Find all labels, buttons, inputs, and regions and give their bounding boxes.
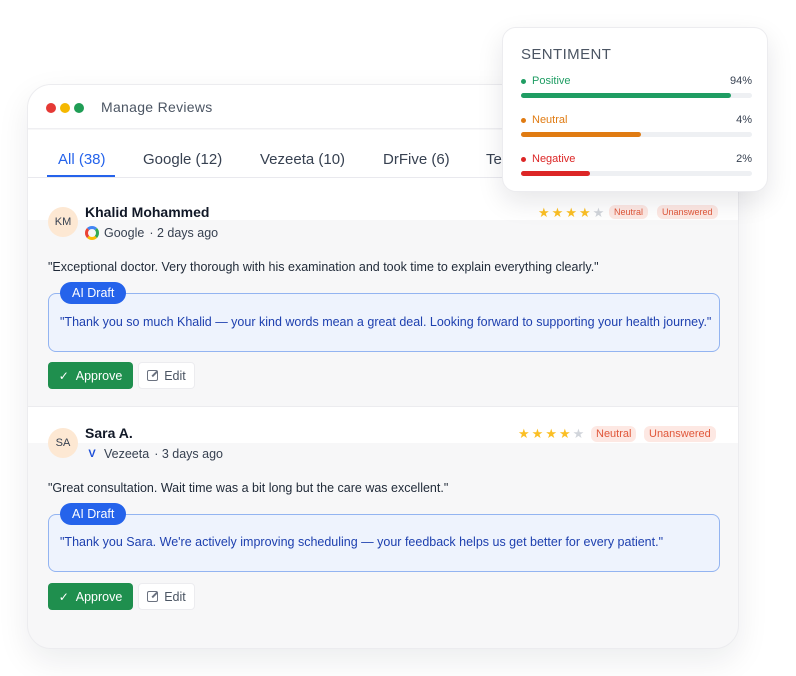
negative-label: Negative xyxy=(532,153,576,165)
positive-dot-icon xyxy=(521,78,526,84)
tab-drfive[interactable]: DrFive (6) xyxy=(383,151,450,168)
edit-icon xyxy=(147,591,159,602)
ai-draft-label: AI Draft xyxy=(60,503,127,525)
positive-bar-fill xyxy=(521,93,732,98)
approve-button[interactable]: ✓ Approve xyxy=(48,583,133,610)
window-title: Manage Reviews xyxy=(101,99,213,115)
star-icon: ★ xyxy=(578,205,591,220)
sentiment-bar-track xyxy=(521,171,752,176)
ai-draft-box[interactable]: "Thank you Sara. We're actively improvin… xyxy=(48,514,720,572)
star-rating: ★ ★ ★ ★ ★ xyxy=(518,427,584,440)
stage: Manage Reviews All (38) Google (12) Veze… xyxy=(0,0,796,676)
review-text: "Exceptional doctor. Very thorough with … xyxy=(48,260,599,274)
negative-dot-icon xyxy=(521,156,526,162)
edit-label: Edit xyxy=(164,589,186,604)
neutral-label: Neutral xyxy=(532,114,568,126)
tab-all[interactable]: All (38) xyxy=(58,151,106,168)
check-icon: ✓ xyxy=(58,368,69,383)
review-source: Google · 2 days ago xyxy=(85,226,218,240)
star-icon: ★ xyxy=(558,426,571,441)
review-time: · 3 days ago xyxy=(154,447,223,461)
star-icon: ★ xyxy=(565,205,577,220)
minimize-window-button[interactable] xyxy=(60,103,70,113)
status-badge: Unanswered xyxy=(657,205,718,219)
sentiment-bar-track xyxy=(521,132,752,137)
sentiment-row-neutral: Neutral 4% xyxy=(521,114,752,144)
edit-icon xyxy=(147,370,159,381)
edit-button[interactable]: Edit xyxy=(138,362,195,389)
negative-percent: 2% xyxy=(736,153,752,165)
maximize-window-button[interactable] xyxy=(74,103,84,113)
source-name: Vezeeta xyxy=(104,447,150,461)
status-badge: Unanswered xyxy=(644,426,716,442)
positive-label: Positive xyxy=(532,75,571,87)
ai-draft-box[interactable]: "Thank you so much Khalid — your kind wo… xyxy=(48,293,720,352)
sentiment-row-positive: Positive 94% xyxy=(521,75,752,105)
approve-button[interactable]: ✓ Approve xyxy=(48,362,133,389)
star-icon: ★ xyxy=(545,426,557,441)
approve-label: Approve xyxy=(75,368,123,383)
sentiment-panel: SENTIMENT Positive 94% Neutral 4% Negati… xyxy=(502,27,768,192)
neutral-dot-icon xyxy=(521,117,526,123)
review-time: · 2 days ago xyxy=(149,226,219,240)
ai-draft-label: AI Draft xyxy=(60,282,127,304)
star-empty-icon: ★ xyxy=(572,426,585,441)
star-icon: ★ xyxy=(518,426,530,441)
ai-draft-text: "Thank you Sara. We're actively improvin… xyxy=(60,535,664,549)
sentiment-label: Neutral xyxy=(521,114,567,126)
edit-button[interactable]: Edit xyxy=(138,583,195,610)
review-source: V Vezeeta · 3 days ago xyxy=(85,447,223,461)
sentiment-badge: Neutral xyxy=(591,426,637,442)
star-empty-icon: ★ xyxy=(592,205,605,220)
check-icon: ✓ xyxy=(58,589,69,604)
star-rating: ★ ★ ★ ★ ★ xyxy=(538,206,604,219)
reviewer-name: Khalid Mohammed xyxy=(85,204,210,220)
sentiment-label: Positive xyxy=(521,75,571,87)
source-name: Google xyxy=(104,226,145,240)
avatar: KM xyxy=(48,207,78,237)
sentiment-title: SENTIMENT xyxy=(521,46,612,63)
active-tab-indicator xyxy=(47,175,115,177)
sentiment-badge: Neutral xyxy=(609,205,649,219)
positive-percent: 94% xyxy=(729,75,752,87)
sentiment-row-negative: Negative 2% xyxy=(521,153,752,183)
star-icon: ★ xyxy=(538,205,550,220)
vezeeta-logo-icon: V xyxy=(88,448,96,460)
star-icon: ★ xyxy=(531,426,544,441)
close-window-button[interactable] xyxy=(46,103,56,113)
google-logo-icon xyxy=(85,226,99,240)
tab-truncated[interactable]: Te xyxy=(486,151,502,168)
neutral-percent: 4% xyxy=(736,114,752,126)
sentiment-bar-track xyxy=(521,93,752,98)
neutral-bar-fill xyxy=(521,132,642,137)
ai-draft-text: "Thank you so much Khalid — your kind wo… xyxy=(60,315,712,329)
edit-label: Edit xyxy=(164,368,186,383)
negative-bar-fill xyxy=(521,171,591,176)
avatar: SA xyxy=(48,428,78,458)
sentiment-label: Negative xyxy=(521,153,575,165)
review-text: "Great consultation. Wait time was a bit… xyxy=(48,481,449,495)
approve-label: Approve xyxy=(75,589,123,604)
tab-google[interactable]: Google (12) xyxy=(143,151,222,168)
tab-vezeeta[interactable]: Vezeeta (10) xyxy=(260,151,345,168)
star-icon: ★ xyxy=(551,205,564,220)
reviewer-name: Sara A. xyxy=(85,425,133,441)
